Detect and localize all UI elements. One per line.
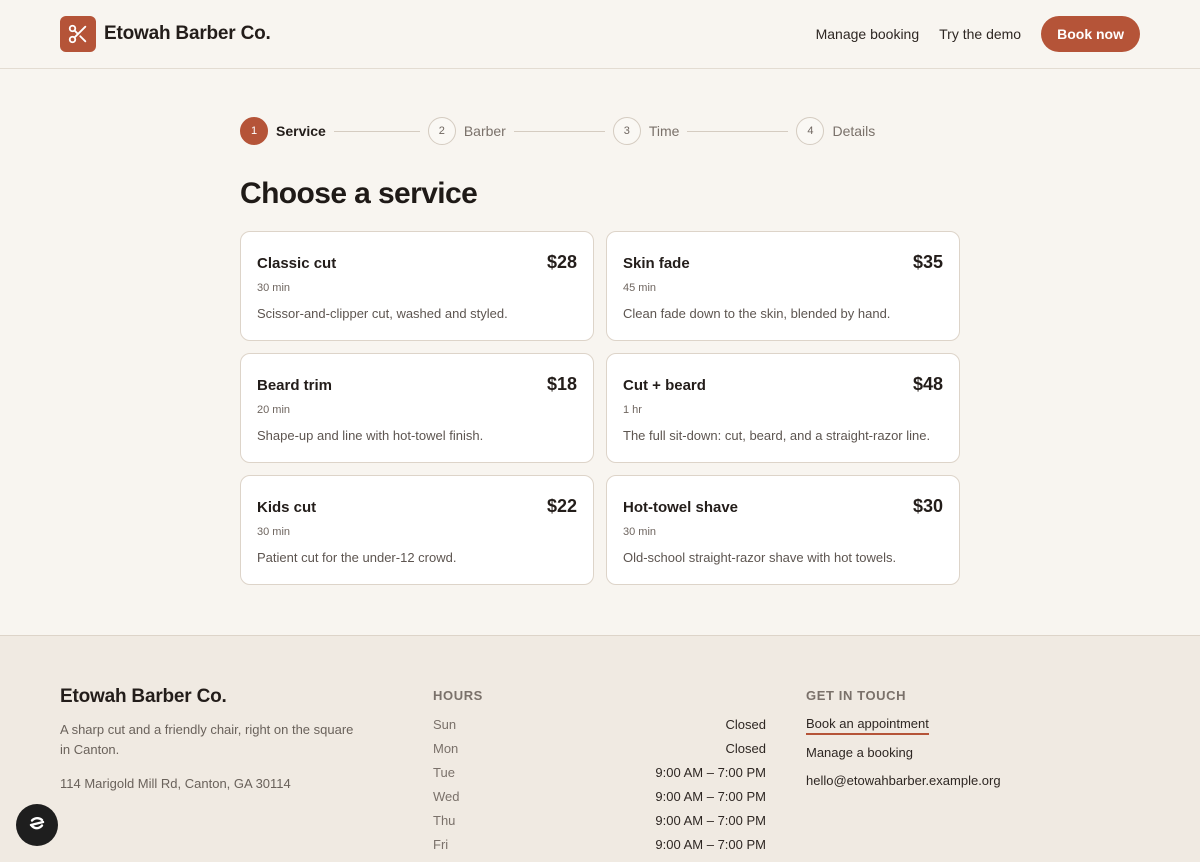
book-appointment-link[interactable]: Book an appointment bbox=[806, 715, 929, 735]
step-service[interactable]: 1 Service bbox=[240, 117, 326, 145]
footer-brand-name: Etowah Barber Co. bbox=[60, 686, 227, 707]
hours-day: Sun bbox=[433, 717, 457, 732]
step-time[interactable]: 3 Time bbox=[612, 117, 680, 145]
book-now-button[interactable]: Book now bbox=[1041, 16, 1140, 52]
contact-heading: GET IN TOUCH bbox=[806, 688, 907, 703]
site-footer: Etowah Barber Co. A sharp cut and a frie… bbox=[0, 635, 1200, 862]
hours-row: Fri 9:00 AM – 7:00 PM bbox=[433, 833, 766, 857]
footer-hours: HOURS Sun Closed Mon Closed Tue 9:00 AM … bbox=[433, 686, 806, 862]
try-demo-link[interactable]: Try the demo bbox=[939, 26, 1021, 42]
service-description: Clean fade down to the skin, blended by … bbox=[623, 306, 891, 321]
step-number: 4 bbox=[796, 117, 825, 145]
service-name: Classic cut bbox=[257, 255, 337, 272]
step-label: Time bbox=[648, 123, 680, 139]
service-name: Kids cut bbox=[257, 499, 317, 516]
service-price: $22 bbox=[546, 496, 577, 516]
email-link[interactable]: hello@etowahbarber.example.org bbox=[806, 771, 1140, 791]
service-duration: 30 min bbox=[623, 526, 657, 538]
service-name: Skin fade bbox=[623, 255, 690, 272]
service-price: $30 bbox=[912, 496, 943, 516]
hours-day: Thu bbox=[433, 813, 456, 828]
page-title: Choose a service bbox=[240, 177, 478, 210]
service-description: The full sit-down: cut, beard, and a str… bbox=[623, 428, 931, 443]
service-name: Hot-towel shave bbox=[623, 499, 739, 516]
hours-row: Mon Closed bbox=[433, 737, 766, 761]
service-card-cut-beard[interactable]: Cut + beard $48 1 hr The full sit-down: … bbox=[606, 353, 960, 463]
header-nav: Manage booking Try the demo Book now bbox=[816, 16, 1140, 52]
hours-row: Sun Closed bbox=[433, 713, 766, 737]
hours-time: 9:00 AM – 7:00 PM bbox=[655, 765, 766, 780]
hours-day: Wed bbox=[433, 789, 460, 804]
step-number: 3 bbox=[612, 117, 641, 145]
footer-contact: GET IN TOUCH Book an appointment Manage … bbox=[806, 686, 1140, 862]
hours-heading: HOURS bbox=[433, 688, 483, 703]
chat-widget-button[interactable] bbox=[16, 804, 58, 846]
booking-stepper: 1 Service 2 Barber 3 Time 4 Details bbox=[240, 117, 960, 145]
booking-main: 1 Service 2 Barber 3 Time 4 Details Choo… bbox=[240, 69, 960, 585]
service-duration: 30 min bbox=[257, 526, 291, 538]
scissors-icon bbox=[60, 16, 96, 52]
hours-day: Tue bbox=[433, 765, 455, 780]
footer-address: 114 Marigold Mill Rd, Canton, GA 30114 bbox=[60, 776, 291, 791]
service-duration: 1 hr bbox=[623, 404, 642, 416]
service-duration: 20 min bbox=[257, 404, 291, 416]
chat-widget-icon bbox=[26, 812, 48, 839]
hours-row: Tue 9:00 AM – 7:00 PM bbox=[433, 761, 766, 785]
hours-time: Closed bbox=[725, 741, 766, 756]
step-connector bbox=[513, 130, 605, 132]
service-duration: 45 min bbox=[623, 282, 657, 294]
hours-day: Fri bbox=[433, 837, 449, 852]
hours-row: Thu 9:00 AM – 7:00 PM bbox=[433, 809, 766, 833]
brand-name: Etowah Barber Co. bbox=[104, 23, 271, 44]
footer-about: Etowah Barber Co. A sharp cut and a frie… bbox=[60, 686, 433, 862]
footer-tagline: A sharp cut and a friendly chair, right … bbox=[60, 722, 354, 757]
service-card-beard-trim[interactable]: Beard trim $18 20 min Shape-up and line … bbox=[240, 353, 594, 463]
service-card-classic-cut[interactable]: Classic cut $28 30 min Scissor-and-clipp… bbox=[240, 231, 594, 341]
step-label: Service bbox=[276, 123, 326, 139]
service-price: $18 bbox=[546, 374, 577, 394]
service-name: Cut + beard bbox=[623, 377, 706, 394]
step-number: 1 bbox=[240, 117, 268, 145]
step-label: Details bbox=[832, 123, 876, 139]
step-label: Barber bbox=[463, 123, 506, 139]
hours-day: Mon bbox=[433, 741, 459, 756]
service-description: Shape-up and line with hot-towel finish. bbox=[257, 428, 484, 443]
hours-time: 9:00 AM – 7:00 PM bbox=[655, 837, 766, 852]
service-card-kids-cut[interactable]: Kids cut $22 30 min Patient cut for the … bbox=[240, 475, 594, 585]
manage-booking-link[interactable]: Manage booking bbox=[816, 26, 920, 42]
step-connector bbox=[333, 130, 420, 132]
hours-time: Closed bbox=[725, 717, 766, 732]
site-header: Etowah Barber Co. Manage booking Try the… bbox=[0, 0, 1200, 69]
step-barber[interactable]: 2 Barber bbox=[427, 117, 506, 145]
step-connector bbox=[687, 130, 789, 132]
service-description: Old-school straight-razor shave with hot… bbox=[623, 550, 897, 565]
service-description: Scissor-and-clipper cut, washed and styl… bbox=[257, 306, 508, 321]
step-details[interactable]: 4 Details bbox=[796, 117, 875, 145]
service-description: Patient cut for the under-12 crowd. bbox=[257, 550, 457, 565]
service-card-skin-fade[interactable]: Skin fade $35 45 min Clean fade down to … bbox=[606, 231, 960, 341]
service-price: $28 bbox=[546, 252, 577, 272]
service-card-hot-towel-shave[interactable]: Hot-towel shave $30 30 min Old-school st… bbox=[606, 475, 960, 585]
hours-time: 9:00 AM – 7:00 PM bbox=[655, 789, 766, 804]
contact-links: Book an appointment Manage a booking hel… bbox=[806, 715, 1140, 791]
manage-a-booking-link[interactable]: Manage a booking bbox=[806, 743, 1140, 763]
hours-time: 9:00 AM – 7:00 PM bbox=[655, 813, 766, 828]
service-grid: Classic cut $28 30 min Scissor-and-clipp… bbox=[240, 231, 960, 585]
step-number: 2 bbox=[427, 117, 456, 145]
service-price: $48 bbox=[912, 374, 943, 394]
service-duration: 30 min bbox=[257, 282, 291, 294]
hours-list: Sun Closed Mon Closed Tue 9:00 AM – 7:00… bbox=[433, 713, 766, 857]
hours-row: Wed 9:00 AM – 7:00 PM bbox=[433, 785, 766, 809]
service-price: $35 bbox=[912, 252, 943, 272]
service-name: Beard trim bbox=[257, 377, 333, 394]
brand-logo-link[interactable]: Etowah Barber Co. bbox=[60, 16, 271, 52]
